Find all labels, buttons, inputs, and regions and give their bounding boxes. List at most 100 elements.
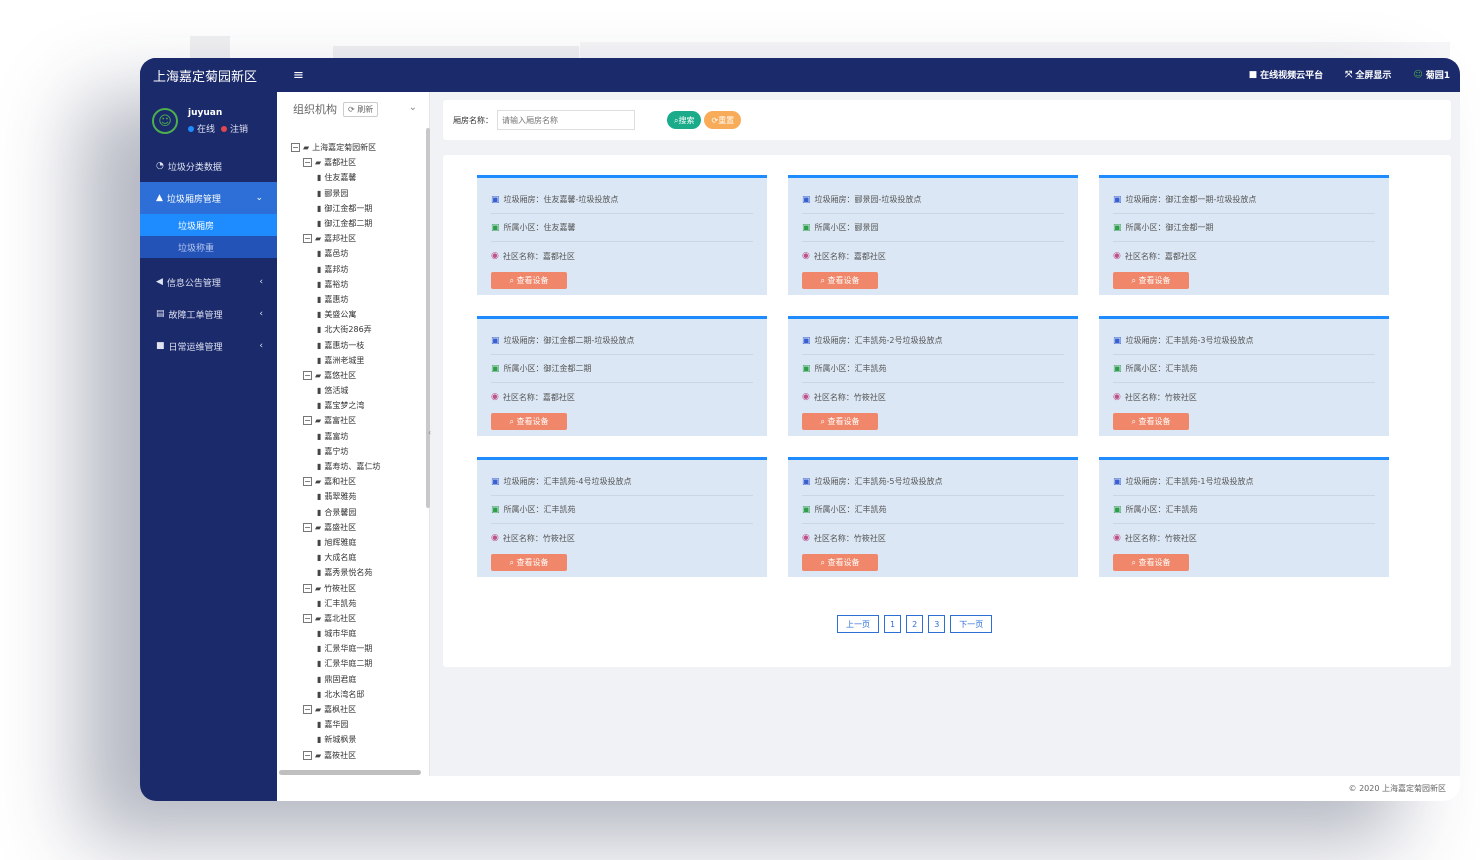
- tree-node[interactable]: ▮ 美盛公寓: [291, 307, 421, 322]
- tree-node[interactable]: − ▰ 嘉富社区: [291, 413, 421, 428]
- tree-node[interactable]: ▮ 嘉邦坊: [291, 262, 421, 277]
- sidebar-item-garbage-data[interactable]: ◔ 垃圾分类数据: [140, 150, 277, 182]
- card-community: 社区名称：嘉都社区: [813, 251, 886, 261]
- tree-node[interactable]: ▮ 悠活城: [291, 383, 421, 398]
- collapse-toggle-icon[interactable]: −: [303, 613, 312, 623]
- video-icon: ■: [1248, 69, 1258, 80]
- tree-node[interactable]: ▮ 北大街286弄: [291, 322, 421, 337]
- tree-node[interactable]: − ▰ 上海嘉定菊园新区: [291, 140, 421, 155]
- card-room-name: 垃圾厢房：御江金都二期-垃圾投放点: [503, 336, 635, 345]
- list-icon: ▤: [156, 309, 165, 319]
- tree-horizontal-scrollbar[interactable]: [279, 770, 421, 775]
- tree-node[interactable]: ▮ 嘉惠坊一枝: [291, 337, 421, 352]
- tree-node[interactable]: ▮ 嘉宝梦之湾: [291, 398, 421, 413]
- collapse-toggle-icon[interactable]: −: [303, 522, 312, 532]
- page-2-button[interactable]: 2: [906, 615, 924, 633]
- tree-node[interactable]: ▮ 嘉秀景悦名苑: [291, 565, 421, 580]
- tree-node[interactable]: ▮ 郦景园: [291, 186, 421, 201]
- tree-node-label: 嘉北社区: [324, 613, 357, 623]
- view-device-button[interactable]: ⌕ 查看设备: [1113, 272, 1189, 289]
- next-page-button[interactable]: 下一页: [950, 615, 993, 633]
- tree-node[interactable]: ▮ 嘉洲老城里: [291, 353, 421, 368]
- tree-node[interactable]: ▮ 嘉邑坊: [291, 246, 421, 261]
- sidebar-item-ops-mgmt[interactable]: ■ 日常运维管理 ‹: [140, 330, 277, 362]
- collapse-panel-icon[interactable]: ‹: [428, 428, 431, 437]
- collapse-toggle-icon[interactable]: −: [303, 705, 312, 715]
- tree-node[interactable]: ▮ 鼎固君庭: [291, 672, 421, 687]
- sidebar-subitem-room[interactable]: 垃圾厢房: [140, 214, 277, 236]
- tree-node[interactable]: ▮ 御江金都一期: [291, 201, 421, 216]
- tree-node[interactable]: ▮ 汇丰凯苑: [291, 596, 421, 611]
- collapse-toggle-icon[interactable]: −: [291, 143, 300, 153]
- video-platform-link[interactable]: ■ 在线视频云平台: [1248, 68, 1324, 82]
- tree-node[interactable]: ▮ 嘉惠坊: [291, 292, 421, 307]
- collapse-toggle-icon[interactable]: −: [303, 234, 312, 244]
- tree-node[interactable]: − ▰ 嘉悠社区: [291, 368, 421, 383]
- view-device-button[interactable]: ⌕ 查看设备: [802, 554, 878, 571]
- tree-node[interactable]: ▮ 御江金都二期: [291, 216, 421, 231]
- tree-node[interactable]: ▮ 北水湾名邸: [291, 687, 421, 702]
- search-button[interactable]: ⌕搜索: [667, 111, 702, 129]
- tree-node[interactable]: ▮ 嘉寿坊、嘉仁坊: [291, 459, 421, 474]
- tree-node[interactable]: ▮ 嘉宁坊: [291, 444, 421, 459]
- tree-node[interactable]: − ▰ 嘉邦社区: [291, 231, 421, 246]
- tree-node[interactable]: − ▰ 嘉都社区: [291, 155, 421, 170]
- collapse-toggle-icon[interactable]: −: [303, 750, 312, 760]
- reset-button[interactable]: ⟳重置: [704, 111, 742, 129]
- tree-node[interactable]: ▮ 嘉裕坊: [291, 277, 421, 292]
- tree-node[interactable]: ▮ 汇景华庭一期: [291, 641, 421, 656]
- tree-node[interactable]: ▮ 汇景华庭二期: [291, 656, 421, 671]
- user-menu[interactable]: ☺ 菊园1: [1413, 68, 1450, 82]
- tree-refresh-button[interactable]: ⟳ 刷新: [343, 101, 379, 117]
- collapse-toggle-icon[interactable]: −: [303, 370, 312, 380]
- tree-node[interactable]: − ▰ 嘉筱社区: [291, 748, 421, 763]
- card-room-name: 垃圾厢房：汇丰凯苑-5号垃圾投放点: [814, 477, 943, 486]
- tree-node[interactable]: − ▰ 嘉和社区: [291, 474, 421, 489]
- view-device-button[interactable]: ⌕ 查看设备: [802, 272, 878, 289]
- page-3-button[interactable]: 3: [928, 615, 946, 633]
- logout-link[interactable]: 注销: [221, 122, 248, 135]
- card-room-row: ▣ 垃圾厢房：汇丰凯苑-1号垃圾投放点: [1113, 468, 1375, 496]
- collapse-toggle-icon[interactable]: −: [303, 477, 312, 487]
- tree-node[interactable]: ▮ 住友嘉馨: [291, 170, 421, 185]
- room-name-input[interactable]: [497, 110, 635, 130]
- tree-node[interactable]: ▮ 合景馨园: [291, 505, 421, 520]
- menu-toggle-icon[interactable]: ≡: [293, 68, 304, 83]
- tree-node[interactable]: − ▰ 嘉北社区: [291, 611, 421, 626]
- fullscreen-link[interactable]: ⤧ 全屏显示: [1345, 68, 1391, 82]
- tree-node-label: 御江金都二期: [324, 219, 373, 229]
- view-device-button[interactable]: ⌕ 查看设备: [802, 413, 878, 430]
- tree-node[interactable]: ▮ 嘉华园: [291, 717, 421, 732]
- view-device-button[interactable]: ⌕ 查看设备: [491, 272, 567, 289]
- page-1-button[interactable]: 1: [884, 615, 902, 633]
- tree-node[interactable]: − ▰ 竹筱社区: [291, 580, 421, 595]
- collapse-toggle-icon[interactable]: −: [303, 158, 312, 168]
- top-links: ■ 在线视频云平台 ⤧ 全屏显示 ☺ 菊园1: [1248, 68, 1450, 82]
- sidebar-item-garbage-room-mgmt[interactable]: ▲ 垃圾厢房管理 ⌄: [140, 182, 277, 214]
- room-card: ▣ 垃圾厢房：御江金都一期-垃圾投放点 ▣ 所属小区：御江金都一期 ◉ 社区名称：嘉都社区…: [1099, 175, 1389, 295]
- chevron-down-icon[interactable]: ⌄: [409, 102, 417, 113]
- chevron-down-icon: ⌄: [255, 193, 263, 203]
- prev-page-button[interactable]: 上一页: [837, 615, 879, 633]
- view-device-button[interactable]: ⌕ 查看设备: [1113, 413, 1189, 430]
- collapse-toggle-icon[interactable]: −: [303, 583, 312, 593]
- tree-node[interactable]: − ▰ 嘉盛社区: [291, 520, 421, 535]
- tree-node[interactable]: ▮ 旭辉雅庭: [291, 535, 421, 550]
- sidebar-item-fault-mgmt[interactable]: ▤ 故障工单管理 ‹: [140, 298, 277, 330]
- view-device-button[interactable]: ⌕ 查看设备: [1113, 554, 1189, 571]
- tree-node[interactable]: ▮ 翡翠雅苑: [291, 489, 421, 504]
- tree-node-label: 嘉华园: [324, 720, 349, 730]
- pagination: 上一页 1 2 3 下一页: [837, 615, 993, 633]
- tree-vertical-scrollbar[interactable]: [426, 128, 430, 508]
- view-device-button[interactable]: ⌕ 查看设备: [491, 413, 567, 430]
- search-icon: ⌕: [1131, 417, 1139, 426]
- tree-node[interactable]: − ▰ 嘉枫社区: [291, 702, 421, 717]
- sidebar-subitem-weigh[interactable]: 垃圾称重: [140, 236, 277, 258]
- tree-node[interactable]: ▮ 大成名庭: [291, 550, 421, 565]
- collapse-toggle-icon[interactable]: −: [303, 416, 312, 426]
- tree-node[interactable]: ▮ 嘉富坊: [291, 429, 421, 444]
- tree-node[interactable]: ▮ 新城枫景: [291, 732, 421, 747]
- tree-node[interactable]: ▮ 城市华庭: [291, 626, 421, 641]
- view-device-button[interactable]: ⌕ 查看设备: [491, 554, 567, 571]
- sidebar-item-notice-mgmt[interactable]: ◀ 信息公告管理 ‹: [140, 266, 277, 298]
